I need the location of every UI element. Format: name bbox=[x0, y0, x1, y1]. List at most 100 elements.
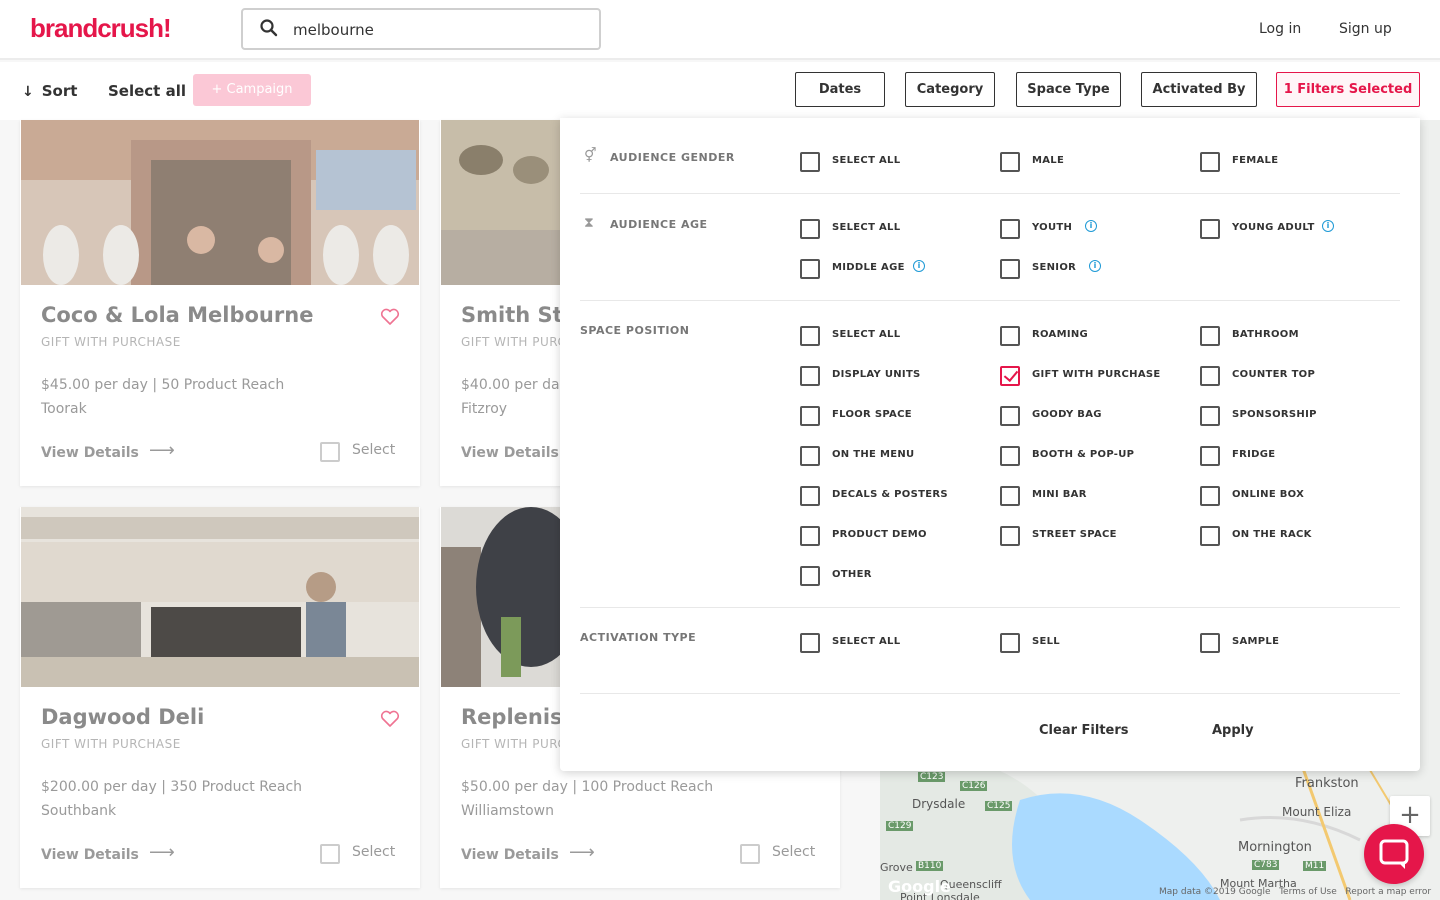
option-label: MINI BAR bbox=[1032, 489, 1087, 500]
checkbox-box[interactable] bbox=[1200, 446, 1220, 466]
checkbox-box[interactable] bbox=[1200, 219, 1220, 239]
checkbox-box[interactable] bbox=[1200, 326, 1220, 346]
option-label: SELL bbox=[1032, 636, 1060, 647]
checkbox-box[interactable] bbox=[1200, 633, 1220, 653]
brand-logo[interactable]: brandcrush! bbox=[30, 13, 172, 44]
checkbox-box[interactable] bbox=[800, 366, 820, 386]
checkbox-box[interactable] bbox=[800, 406, 820, 426]
option-label: FLOOR SPACE bbox=[832, 409, 912, 420]
info-icon[interactable]: i bbox=[1322, 220, 1334, 232]
search-input[interactable]: melbourne bbox=[241, 8, 601, 50]
checkbox-box[interactable] bbox=[1000, 486, 1020, 506]
checkbox-box[interactable] bbox=[1200, 486, 1220, 506]
map-label: Mornington bbox=[1238, 840, 1312, 855]
filter-space-type-button[interactable]: Space Type bbox=[1016, 72, 1121, 107]
checkbox-box[interactable] bbox=[1000, 219, 1020, 239]
checkbox-box[interactable] bbox=[1000, 152, 1020, 172]
map-label: Drysdale bbox=[912, 797, 966, 811]
option-label: SELECT ALL bbox=[832, 155, 901, 166]
option-label: MALE bbox=[1032, 155, 1065, 166]
checkbox-box[interactable] bbox=[1200, 406, 1220, 426]
checkbox-box[interactable] bbox=[800, 526, 820, 546]
option-label: YOUTH bbox=[1032, 222, 1073, 233]
map-label: Grove bbox=[880, 861, 913, 874]
campaign-button[interactable]: + Campaign bbox=[193, 74, 311, 106]
option-label: PRODUCT DEMO bbox=[832, 529, 927, 540]
checkbox-box[interactable] bbox=[800, 633, 820, 653]
checkbox-box[interactable] bbox=[1000, 259, 1020, 279]
info-icon[interactable]: i bbox=[1085, 220, 1097, 232]
apply-button[interactable]: Apply bbox=[1212, 723, 1254, 738]
listing-price: $40.00 per da bbox=[461, 377, 560, 393]
checkbox-checked[interactable] bbox=[1000, 366, 1020, 386]
listing-category: GIFT WITH PURC bbox=[461, 335, 567, 349]
checkbox-box[interactable] bbox=[1000, 326, 1020, 346]
heart-icon[interactable] bbox=[380, 709, 400, 729]
listing-title[interactable]: Coco & Lola Melbourne bbox=[41, 303, 313, 327]
checkbox-box[interactable] bbox=[800, 446, 820, 466]
section-label-activation-type: ACTIVATION TYPE bbox=[580, 631, 697, 644]
checkbox-box[interactable] bbox=[800, 219, 820, 239]
checkbox-box[interactable] bbox=[800, 152, 820, 172]
listing-image bbox=[21, 507, 419, 687]
listing-card[interactable]: Dagwood Deli GIFT WITH PURCHASE $200.00 … bbox=[20, 507, 420, 888]
listing-title[interactable]: Smith Str bbox=[461, 303, 573, 327]
checkbox-box[interactable] bbox=[800, 259, 820, 279]
map-footer[interactable]: Map data ©2019 Google Terms of Use Repor… bbox=[1159, 887, 1431, 897]
section-label-audience-age: AUDIENCE AGE bbox=[610, 218, 708, 231]
listing-location: Fitzroy bbox=[461, 401, 508, 417]
listing-location: Toorak bbox=[41, 401, 87, 417]
select-all-button[interactable]: Select all bbox=[108, 82, 186, 100]
view-details-link[interactable]: View Details bbox=[461, 445, 559, 461]
checkbox-box[interactable] bbox=[1000, 526, 1020, 546]
filter-activated-by-button[interactable]: Activated By bbox=[1141, 72, 1257, 107]
listing-category: GIFT WITH PURC bbox=[461, 737, 567, 751]
option-label: SENIOR bbox=[1032, 262, 1077, 273]
checkbox-box[interactable] bbox=[800, 326, 820, 346]
arrow-right-icon: ⟶ bbox=[149, 842, 175, 863]
option-label: ONLINE BOX bbox=[1232, 489, 1305, 500]
option-label: ON THE MENU bbox=[832, 449, 915, 460]
filter-category-button[interactable]: Category bbox=[905, 72, 995, 107]
checkbox-box[interactable] bbox=[1000, 406, 1020, 426]
checkbox-box[interactable] bbox=[800, 566, 820, 586]
filter-dates-button[interactable]: Dates bbox=[795, 72, 885, 107]
section-divider bbox=[580, 300, 1400, 301]
option-label: MIDDLE AGE bbox=[832, 262, 905, 273]
checkbox-box[interactable] bbox=[1200, 526, 1220, 546]
info-icon[interactable]: i bbox=[1089, 260, 1101, 272]
listing-card[interactable]: Coco & Lola Melbourne GIFT WITH PURCHASE… bbox=[20, 120, 420, 486]
view-details-link[interactable]: View Details bbox=[461, 847, 559, 863]
checkbox-box[interactable] bbox=[320, 844, 340, 864]
option-label: COUNTER TOP bbox=[1232, 369, 1316, 380]
checkbox-box[interactable] bbox=[1200, 366, 1220, 386]
search-value: melbourne bbox=[293, 21, 374, 39]
option-label: DECALS & POSTERS bbox=[832, 489, 948, 500]
hourglass-icon: ⧗ bbox=[584, 215, 594, 231]
heart-icon[interactable] bbox=[380, 307, 400, 327]
chat-button[interactable] bbox=[1364, 824, 1424, 884]
filters-selected-button[interactable]: 1 Filters Selected bbox=[1276, 72, 1420, 107]
view-details-link[interactable]: View Details bbox=[41, 847, 139, 863]
checkbox-box[interactable] bbox=[1200, 152, 1220, 172]
listing-title[interactable]: Dagwood Deli bbox=[41, 705, 204, 729]
option-label: FEMALE bbox=[1232, 155, 1279, 166]
option-label: ROAMING bbox=[1032, 329, 1089, 340]
checkbox-box[interactable] bbox=[1000, 446, 1020, 466]
checkbox-box[interactable] bbox=[740, 844, 760, 864]
section-divider bbox=[580, 193, 1400, 194]
info-icon[interactable]: i bbox=[913, 260, 925, 272]
option-label: OTHER bbox=[832, 569, 872, 580]
clear-filters-button[interactable]: Clear Filters bbox=[1039, 723, 1129, 738]
view-details-link[interactable]: View Details bbox=[41, 445, 139, 461]
sort-button[interactable]: ↓ Sort bbox=[22, 82, 77, 100]
google-logo: Google bbox=[888, 877, 951, 896]
login-link[interactable]: Log in bbox=[1259, 21, 1301, 37]
listing-image bbox=[21, 120, 419, 285]
checkbox-box[interactable] bbox=[800, 486, 820, 506]
signup-link[interactable]: Sign up bbox=[1339, 21, 1392, 37]
road-badge: M11 bbox=[1303, 861, 1327, 871]
checkbox-box[interactable] bbox=[1000, 633, 1020, 653]
select-label: Select bbox=[352, 442, 396, 458]
checkbox-box[interactable] bbox=[320, 442, 340, 462]
